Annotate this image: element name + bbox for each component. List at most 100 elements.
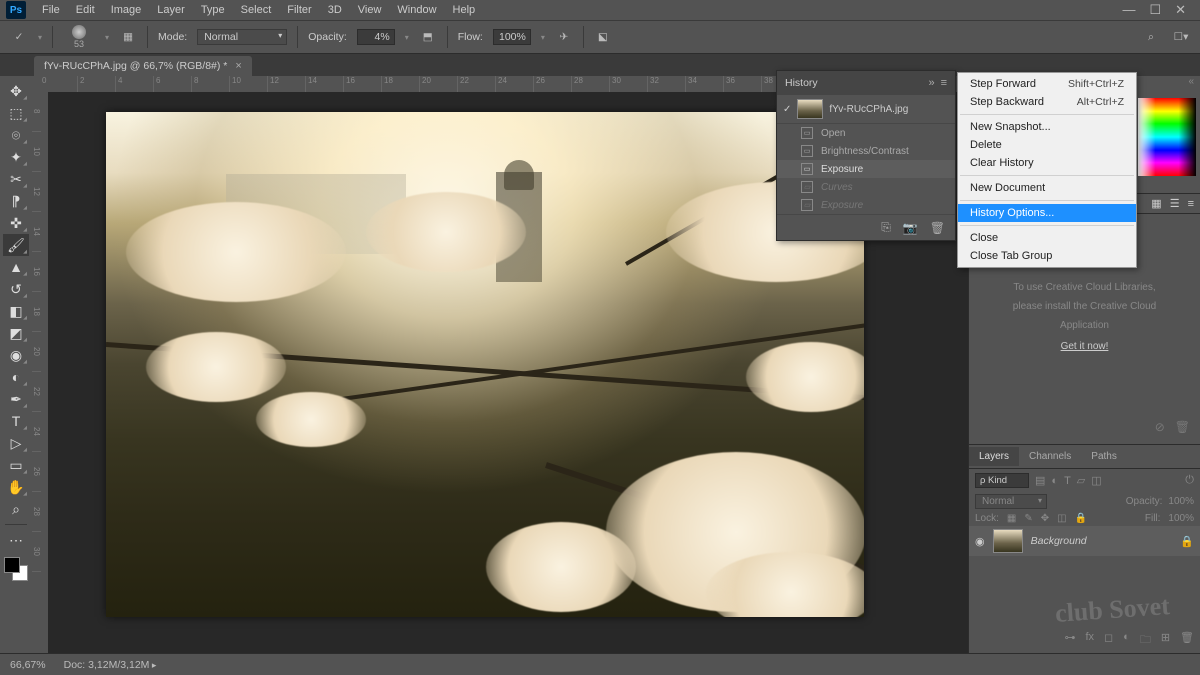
link-icon[interactable]: ⊘	[1155, 420, 1165, 434]
layer-thumbnail[interactable]	[993, 529, 1023, 553]
menu-window[interactable]: Window	[389, 2, 444, 18]
color-spectrum[interactable]	[1138, 98, 1196, 176]
lasso-tool[interactable]: ⌾◢	[3, 124, 29, 146]
move-tool[interactable]: ✥◢	[3, 80, 29, 102]
minimize-icon[interactable]: —	[1122, 2, 1135, 18]
airbrush-icon[interactable]: ✈	[555, 28, 573, 46]
menu-item-delete[interactable]: Delete	[958, 136, 1136, 154]
type-tool[interactable]: T◢	[3, 410, 29, 432]
tab-layers[interactable]: Layers	[969, 447, 1019, 466]
menu-view[interactable]: View	[350, 2, 390, 18]
menu-item-close[interactable]: Close	[958, 229, 1136, 247]
shape-tool[interactable]: ▭◢	[3, 454, 29, 476]
layer-blend-dropdown[interactable]: Normal	[975, 494, 1047, 509]
collapse-icon[interactable]: »	[928, 77, 934, 89]
delete-state-icon[interactable]: 🗑	[930, 221, 945, 235]
pen-tool[interactable]: ✒◢	[3, 388, 29, 410]
healing-tool[interactable]: ✜◢	[3, 212, 29, 234]
fill-value[interactable]: 100%	[1168, 513, 1194, 524]
menu-image[interactable]: Image	[103, 2, 150, 18]
filter-smart-icon[interactable]: ◫	[1091, 474, 1101, 487]
path-select-tool[interactable]: ▷◢	[3, 432, 29, 454]
layer-filter-input[interactable]: ρ Kind	[975, 473, 1029, 488]
edit-toolbar-icon[interactable]: ⋯	[3, 529, 29, 551]
pressure-size-icon[interactable]: ⬕	[594, 28, 612, 46]
new-layer-icon[interactable]: ⊞	[1161, 631, 1170, 650]
search-icon[interactable]: ⌕	[1142, 28, 1160, 46]
pressure-opacity-icon[interactable]: ⬒	[419, 28, 437, 46]
layer-mask-icon[interactable]: ◻	[1104, 631, 1113, 650]
libraries-link[interactable]: Get it now!	[1061, 341, 1109, 352]
tab-close-icon[interactable]: ×	[235, 60, 241, 72]
list-view-icon[interactable]: ☰	[1170, 197, 1180, 210]
foreground-color[interactable]	[4, 557, 20, 573]
menu-file[interactable]: File	[34, 2, 68, 18]
filter-pixel-icon[interactable]: ▤	[1035, 474, 1045, 487]
document-tab[interactable]: fYv-RUcCPhA.jpg @ 66,7% (RGB/8#) * ×	[34, 56, 252, 76]
maximize-icon[interactable]: ☐	[1149, 2, 1161, 18]
history-snapshot[interactable]: ✓ fYv-RUcCPhA.jpg	[777, 95, 955, 124]
menu-item-close-tab-group[interactable]: Close Tab Group	[958, 247, 1136, 265]
history-step[interactable]: ▭Exposure	[777, 196, 955, 214]
history-brush-source-icon[interactable]: ✓	[783, 104, 791, 115]
layer-name[interactable]: Background	[1031, 535, 1087, 547]
eyedropper-tool[interactable]: ⁋◢	[3, 190, 29, 212]
menu-select[interactable]: Select	[233, 2, 280, 18]
history-step[interactable]: ▭Curves	[777, 178, 955, 196]
delete-layer-icon[interactable]: 🗑	[1180, 631, 1194, 650]
dodge-tool[interactable]: ◐◢	[3, 366, 29, 388]
document-info[interactable]: Doc: 3,12M/3,12M	[64, 659, 157, 671]
brush-tool-icon[interactable]: ✓	[10, 28, 28, 46]
brush-panel-icon[interactable]: ▦	[119, 28, 137, 46]
lock-position-icon[interactable]: ✥	[1041, 513, 1049, 524]
marquee-tool[interactable]: ⬚◢	[3, 102, 29, 124]
visibility-icon[interactable]: ◉	[975, 535, 985, 548]
flow-input[interactable]: 100%	[493, 29, 531, 45]
history-step[interactable]: ▭Open	[777, 124, 955, 142]
zoom-tool[interactable]: ⌕	[3, 498, 29, 520]
close-icon[interactable]: ✕	[1175, 2, 1186, 18]
menu-item-clear-history[interactable]: Clear History	[958, 154, 1136, 172]
new-snapshot-icon[interactable]: 📷	[903, 221, 918, 235]
crop-tool[interactable]: ✂◢	[3, 168, 29, 190]
lock-pixels-icon[interactable]: ▦	[1007, 513, 1016, 524]
group-icon[interactable]: 🗀	[1140, 631, 1151, 650]
layer-opacity-value[interactable]: 100%	[1168, 496, 1194, 507]
menu-item-new-snapshot-[interactable]: New Snapshot...	[958, 118, 1136, 136]
filter-toggle-icon[interactable]: ⏻	[1185, 474, 1194, 487]
opacity-input[interactable]: 4%	[357, 29, 395, 45]
filter-adjust-icon[interactable]: ◐	[1051, 475, 1058, 487]
blend-mode-dropdown[interactable]: Normal	[197, 29, 287, 45]
panel-menu-icon[interactable]: ≡	[941, 77, 947, 89]
tab-channels[interactable]: Channels	[1019, 447, 1081, 466]
history-step[interactable]: ▭Brightness/Contrast	[777, 142, 955, 160]
quick-select-tool[interactable]: ✦◢	[3, 146, 29, 168]
history-step[interactable]: ▭Exposure	[777, 160, 955, 178]
canvas[interactable]	[106, 112, 864, 617]
lock-all-icon[interactable]: 🔒	[1075, 513, 1087, 524]
zoom-level[interactable]: 66,67%	[10, 659, 46, 671]
menu-item-new-document[interactable]: New Document	[958, 179, 1136, 197]
menu-layer[interactable]: Layer	[149, 2, 193, 18]
new-doc-from-state-icon[interactable]: ⎘	[881, 220, 891, 235]
history-brush-tool[interactable]: ↺◢	[3, 278, 29, 300]
color-swatches[interactable]	[4, 557, 28, 581]
lock-brush-icon[interactable]: ✎	[1024, 513, 1032, 524]
lock-artboard-icon[interactable]: ◫	[1057, 513, 1066, 524]
menu-item-step-forward[interactable]: Step ForwardShift+Ctrl+Z	[958, 75, 1136, 93]
menu-edit[interactable]: Edit	[68, 2, 103, 18]
brush-preview[interactable]: 53	[63, 23, 95, 51]
menu-3d[interactable]: 3D	[320, 2, 350, 18]
menu-item-history-options-[interactable]: History Options...	[958, 204, 1136, 222]
layer-fx-icon[interactable]: fx	[1085, 631, 1094, 650]
eraser-tool[interactable]: ◧◢	[3, 300, 29, 322]
link-layers-icon[interactable]: ⊶	[1064, 631, 1075, 650]
adjustment-layer-icon[interactable]: ◐	[1123, 631, 1130, 650]
menu-help[interactable]: Help	[445, 2, 484, 18]
trash-icon[interactable]: 🗑	[1175, 420, 1190, 434]
filter-type-icon[interactable]: T	[1064, 475, 1071, 487]
panel-menu-icon[interactable]: ≡	[1188, 198, 1194, 210]
brush-tool[interactable]: 🖌◢	[3, 234, 29, 256]
hand-tool[interactable]: ✋◢	[3, 476, 29, 498]
layer-row[interactable]: ◉ Background 🔒	[969, 526, 1200, 556]
